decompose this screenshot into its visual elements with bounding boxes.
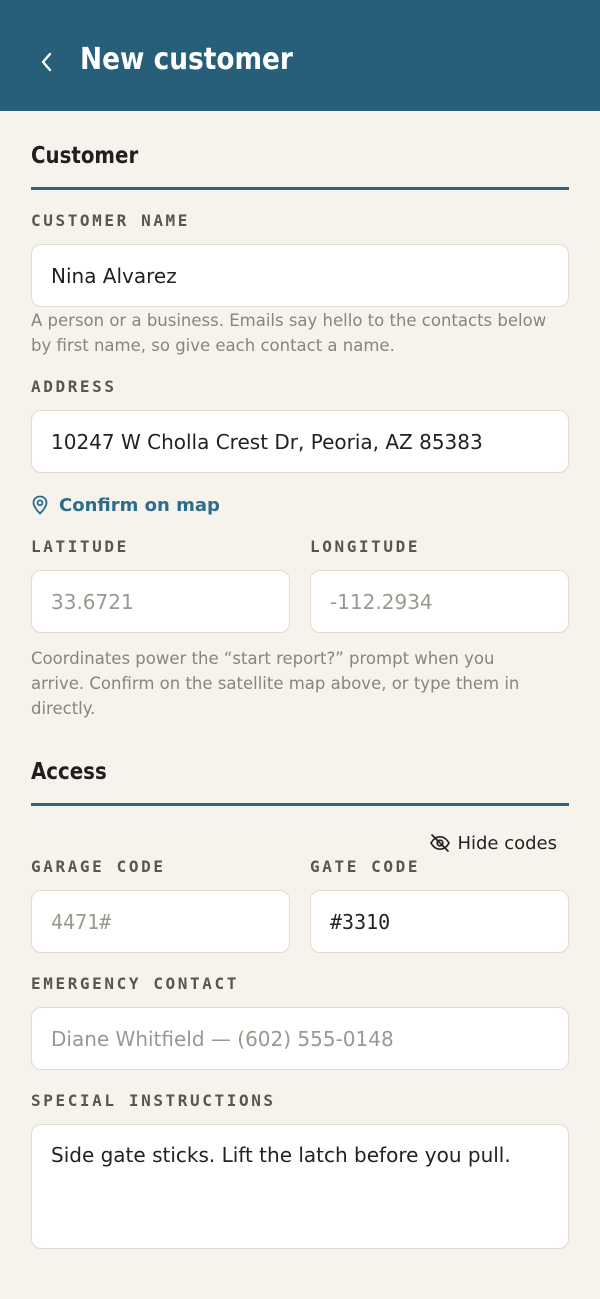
- emergency-contact-input[interactable]: [51, 1026, 549, 1051]
- access-section-title: Access: [31, 759, 107, 785]
- customer-name-input[interactable]: [51, 263, 549, 288]
- chevron-left-icon: [41, 52, 52, 72]
- app-bar: New customer: [0, 0, 600, 111]
- gate-code-field[interactable]: [310, 890, 569, 953]
- customer-section-title: Customer: [31, 143, 139, 169]
- confirm-on-map-link[interactable]: Confirm on map: [31, 490, 220, 520]
- garage-code-field[interactable]: [31, 890, 290, 953]
- special-instructions-label: SPECIAL INSTRUCTIONS: [31, 1091, 276, 1110]
- gate-code-input[interactable]: [330, 909, 549, 934]
- longitude-field[interactable]: [310, 570, 569, 633]
- longitude-input[interactable]: [330, 589, 549, 614]
- garage-code-input[interactable]: [51, 909, 270, 934]
- hide-codes-label: Hide codes: [457, 832, 557, 854]
- address-label: ADDRESS: [31, 377, 117, 396]
- customer-name-field[interactable]: [31, 244, 569, 307]
- latitude-label: LATITUDE: [31, 537, 129, 556]
- longitude-label: LONGITUDE: [310, 537, 421, 556]
- latitude-field[interactable]: [31, 570, 290, 633]
- hide-codes-button[interactable]: Hide codes: [429, 829, 557, 857]
- latitude-input[interactable]: [51, 589, 270, 614]
- confirm-on-map-label: Confirm on map: [59, 494, 220, 516]
- section-divider: [31, 187, 569, 190]
- back-button[interactable]: [30, 38, 62, 86]
- garage-code-label: GARAGE CODE: [31, 857, 166, 876]
- special-instructions-field[interactable]: Side gate sticks. Lift the latch before …: [31, 1124, 569, 1249]
- eye-off-icon: [430, 834, 451, 852]
- customer-name-helper: A person or a business. Emails say hello…: [31, 311, 547, 355]
- address-input[interactable]: [51, 429, 549, 454]
- gate-code-label: GATE CODE: [310, 857, 421, 876]
- coordinates-helper: Coordinates power the “start report?” pr…: [31, 649, 520, 718]
- special-instructions-textarea[interactable]: Side gate sticks. Lift the latch before …: [51, 1143, 549, 1233]
- map-pin-icon: [32, 495, 48, 515]
- customer-name-label: CUSTOMER NAME: [31, 211, 191, 230]
- page-title: New customer: [80, 42, 293, 77]
- emergency-contact-field[interactable]: [31, 1007, 569, 1070]
- address-field[interactable]: [31, 410, 569, 473]
- section-divider: [31, 803, 569, 806]
- emergency-contact-label: EMERGENCY CONTACT: [31, 974, 239, 993]
